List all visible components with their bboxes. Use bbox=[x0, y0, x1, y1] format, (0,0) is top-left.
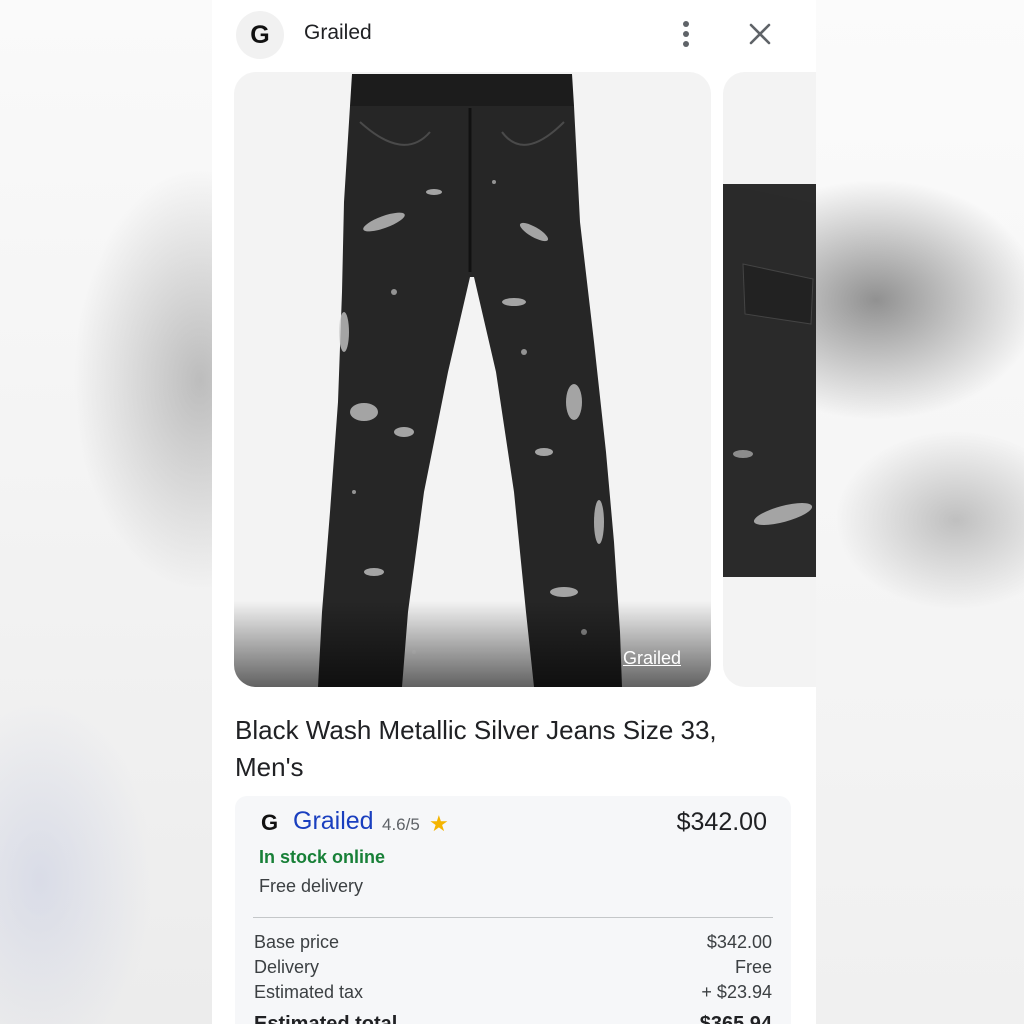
price-row-label: Estimated tax bbox=[254, 982, 364, 1002]
price-row-tax: Estimated tax + $23.94 bbox=[254, 982, 772, 1006]
price-row-label: Delivery bbox=[254, 957, 320, 977]
product-panel: G Grailed Grailed Black Wash Metallic Si… bbox=[212, 0, 816, 1024]
price-row-base: Base price $342.00 bbox=[254, 932, 772, 956]
price-row-delivery: Delivery Free bbox=[254, 957, 772, 981]
site-logo[interactable]: G bbox=[236, 11, 284, 59]
more-options-button[interactable] bbox=[674, 18, 698, 50]
jeans-closeup-image bbox=[723, 184, 816, 577]
close-icon[interactable] bbox=[748, 22, 772, 46]
more-vert-icon-dot bbox=[683, 31, 689, 37]
price-row-label: Base price bbox=[254, 932, 340, 952]
blurred-background-left bbox=[0, 0, 212, 1024]
seller-rating: 4.6/5 bbox=[382, 815, 420, 834]
blurred-background-right bbox=[816, 0, 1024, 1024]
more-vert-icon bbox=[683, 21, 689, 27]
image-source-link[interactable]: Grailed bbox=[623, 648, 681, 669]
more-vert-icon-dot bbox=[683, 41, 689, 47]
product-image[interactable]: Grailed bbox=[234, 72, 711, 687]
jeans-closeup-detail bbox=[723, 184, 816, 577]
price-row-value: Free bbox=[734, 957, 772, 977]
offer-card[interactable]: G Grailed 4.6/5 ★ $342.00 In stock onlin… bbox=[235, 796, 791, 1024]
delivery-note: Free delivery bbox=[259, 876, 364, 896]
product-image-next[interactable] bbox=[723, 72, 816, 687]
divider bbox=[253, 917, 773, 918]
site-name[interactable]: Grailed bbox=[304, 21, 372, 45]
price-row-value: $342.00 bbox=[706, 932, 772, 952]
offer-price: $342.00 bbox=[676, 808, 767, 836]
jeans-image bbox=[318, 74, 622, 687]
product-title: Black Wash Metallic Silver Jeans Size 33… bbox=[235, 715, 717, 782]
image-shade bbox=[234, 601, 711, 687]
price-row-value: + $23.94 bbox=[701, 982, 772, 1002]
site-logo-letter: G bbox=[250, 20, 270, 49]
price-row-value: $365.94 bbox=[699, 1013, 772, 1024]
seller-logo: G bbox=[261, 810, 279, 835]
price-row-label: Estimated total bbox=[254, 1013, 398, 1024]
seller-link[interactable]: Grailed bbox=[293, 807, 374, 836]
star-icon: ★ bbox=[429, 811, 449, 836]
stock-status: In stock online bbox=[259, 847, 386, 867]
price-row-total: Estimated total $365.94 bbox=[254, 1013, 772, 1024]
